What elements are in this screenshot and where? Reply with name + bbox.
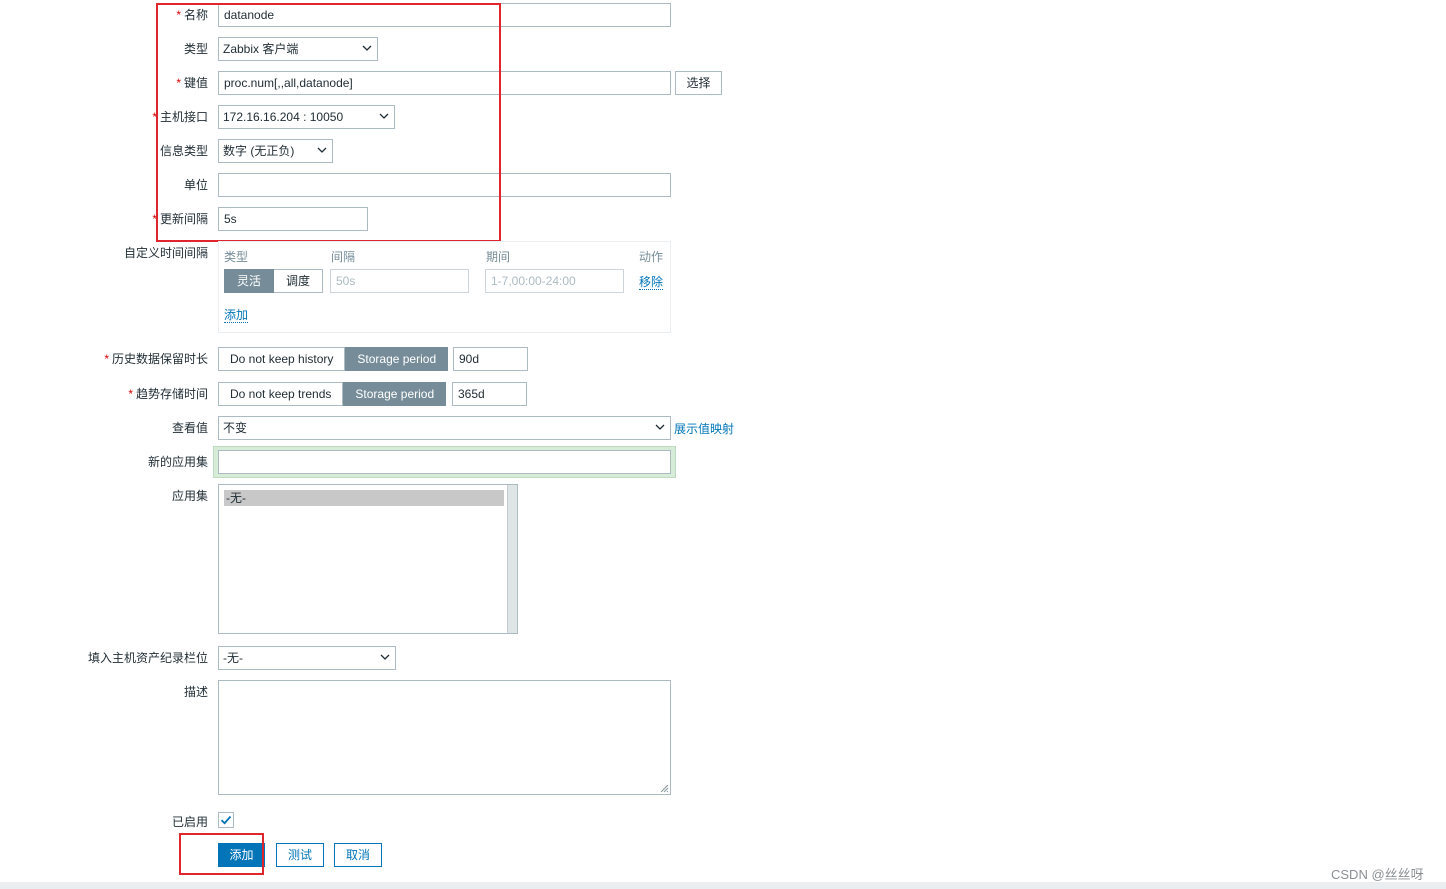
trends-storage-period-option[interactable]: Storage period: [343, 382, 447, 406]
chevron-down-icon: [655, 420, 665, 434]
watermark-text: CSDN @丝丝呀: [1331, 867, 1424, 882]
new-application-input[interactable]: [218, 450, 671, 474]
inventory-field-label: 填入主机资产纪录栏位: [87, 651, 208, 665]
annotation-highlight-box: [179, 833, 264, 875]
col-interval-header: 间隔: [331, 250, 356, 264]
inventory-field-select-value: -无-: [223, 651, 243, 665]
col-period-header: 期间: [486, 250, 511, 264]
show-value-select[interactable]: 不变: [218, 416, 671, 440]
cancel-button[interactable]: 取消: [334, 843, 382, 867]
show-value-mappings-link[interactable]: 展示值映射: [674, 420, 734, 437]
col-action-header: 动作: [639, 250, 664, 264]
description-textarea[interactable]: [218, 680, 671, 795]
list-item[interactable]: -无-: [224, 490, 504, 506]
trends-period-input[interactable]: 365d: [452, 382, 527, 406]
interval-type-toggle: 灵活 调度: [224, 269, 324, 293]
col-type-header: 类型: [224, 250, 249, 264]
custom-intervals-panel: 类型 间隔 期间 动作 灵活 调度 50s 1-7,00:00-24:00 移除…: [218, 241, 671, 333]
flexible-option[interactable]: 灵活: [224, 269, 275, 293]
period-input[interactable]: 1-7,00:00-24:00: [485, 269, 624, 293]
checkmark-icon: [220, 815, 232, 825]
add-interval-link[interactable]: 添加: [224, 306, 249, 323]
test-button[interactable]: 测试: [276, 843, 324, 867]
enabled-checkbox[interactable]: [218, 812, 234, 828]
description-label: 描述: [183, 685, 208, 699]
applications-listbox[interactable]: -无-: [218, 484, 518, 634]
scheduling-option[interactable]: 调度: [274, 269, 324, 293]
history-period-input[interactable]: 90d: [453, 347, 528, 371]
resize-handle-icon[interactable]: [660, 784, 669, 793]
history-do-not-keep-option[interactable]: Do not keep history: [218, 347, 346, 371]
applications-label: 应用集: [171, 489, 208, 503]
history-label: * 历史数据保留时长: [104, 352, 208, 366]
remove-interval-link[interactable]: 移除: [639, 273, 664, 290]
history-mode-toggle: Do not keep history Storage period: [218, 347, 449, 371]
page-footer-strip: [0, 882, 1446, 889]
enabled-label: 已启用: [171, 815, 208, 829]
inventory-field-select[interactable]: -无-: [218, 646, 396, 670]
custom-intervals-label: 自定义时间间隔: [123, 246, 208, 260]
trends-mode-toggle: Do not keep trends Storage period: [218, 382, 447, 406]
chevron-down-icon: [380, 650, 390, 664]
interval-input[interactable]: 50s: [330, 269, 469, 293]
show-value-label: 查看值: [171, 421, 208, 435]
trends-do-not-keep-option[interactable]: Do not keep trends: [218, 382, 344, 406]
key-select-button[interactable]: 选择: [675, 71, 722, 95]
history-storage-period-option[interactable]: Storage period: [345, 347, 449, 371]
show-value-select-value: 不变: [223, 421, 248, 435]
new-application-label: 新的应用集: [147, 455, 208, 469]
annotation-highlight-box: [156, 3, 501, 242]
listbox-scrollbar[interactable]: [507, 485, 517, 633]
trends-label: * 趋势存储时间: [128, 387, 208, 401]
